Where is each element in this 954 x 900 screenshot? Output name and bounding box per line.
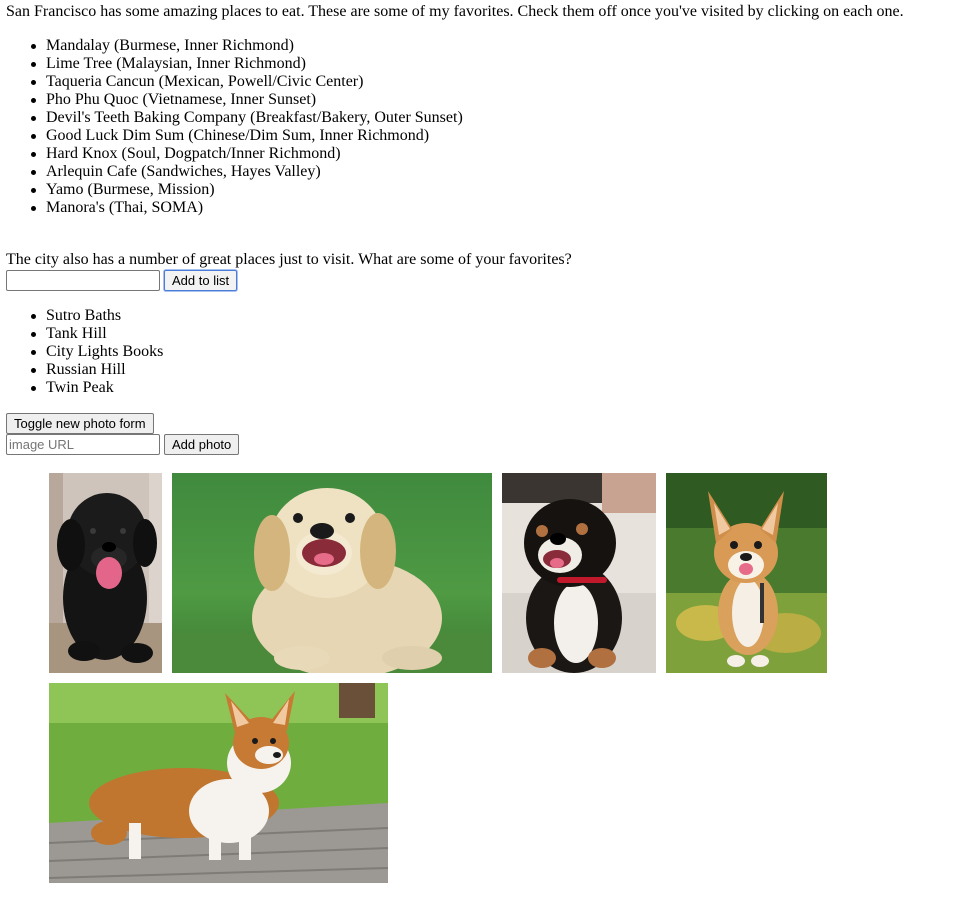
restaurant-item[interactable]: Lime Tree (Malaysian, Inner Richmond) [31, 55, 946, 73]
bullet-icon [31, 314, 36, 319]
restaurant-label: Pho Phu Quoc (Vietnamese, Inner Sunset) [46, 91, 317, 108]
place-label: City Lights Books [46, 343, 164, 360]
restaurant-item[interactable]: Good Luck Dim Sum (Chinese/Dim Sum, Inne… [31, 127, 946, 145]
restaurant-item[interactable]: Devil's Teeth Baking Company (Breakfast/… [31, 109, 946, 127]
bernese-puppy-image [502, 473, 656, 673]
restaurant-item[interactable]: Taqueria Cancun (Mexican, Powell/Civic C… [31, 73, 946, 91]
restaurant-label: Hard Knox (Soul, Dogpatch/Inner Richmond… [46, 145, 341, 162]
place-label: Sutro Baths [46, 307, 122, 324]
place-item[interactable]: Sutro Baths [31, 307, 946, 325]
toggle-photo-form-button[interactable]: Toggle new photo form [6, 413, 154, 434]
bullet-icon [31, 62, 36, 67]
restaurant-label: Lime Tree (Malaysian, Inner Richmond) [46, 55, 306, 72]
place-label: Russian Hill [46, 361, 126, 378]
bullet-icon [31, 188, 36, 193]
photo-form: Add photo [6, 434, 946, 455]
bullet-icon [31, 206, 36, 211]
corgi-puppy-image [666, 473, 827, 673]
bullet-icon [31, 116, 36, 121]
bullet-icon [31, 332, 36, 337]
place-label: Tank Hill [46, 325, 107, 342]
place-input[interactable] [6, 269, 160, 291]
bullet-icon [31, 350, 36, 355]
restaurant-label: Yamo (Burmese, Mission) [46, 181, 215, 198]
bullet-icon [31, 386, 36, 391]
add-to-list-button[interactable]: Add to list [164, 269, 238, 291]
restaurant-label: Arlequin Cafe (Sandwiches, Hayes Valley) [46, 163, 321, 180]
bullet-icon [31, 134, 36, 139]
restaurant-list: Mandalay (Burmese, Inner Richmond) Lime … [6, 37, 946, 217]
restaurant-label: Mandalay (Burmese, Inner Richmond) [46, 37, 294, 54]
place-item[interactable]: City Lights Books [31, 343, 946, 361]
restaurant-label: Manora's (Thai, SOMA) [46, 199, 204, 216]
bullet-icon [31, 152, 36, 157]
intro-text: San Francisco has some amazing places to… [6, 3, 904, 20]
corgi-deck-image [49, 683, 388, 883]
bullet-icon [31, 44, 36, 49]
bullet-icon [31, 170, 36, 175]
restaurant-item[interactable]: Yamo (Burmese, Mission) [31, 181, 946, 199]
restaurant-label: Good Luck Dim Sum (Chinese/Dim Sum, Inne… [46, 127, 430, 144]
golden-retriever-image [172, 473, 492, 673]
restaurant-item[interactable]: Arlequin Cafe (Sandwiches, Hayes Valley) [31, 163, 946, 181]
toggle-row: Toggle new photo form [6, 413, 946, 434]
golden-retriever-puppy-photo[interactable] [172, 473, 492, 673]
restaurant-item[interactable]: Pho Phu Quoc (Vietnamese, Inner Sunset) [31, 91, 946, 109]
place-form: Add to list [6, 269, 946, 291]
corgi-puppy-grass-photo[interactable] [666, 473, 827, 673]
black-puppy-image [49, 473, 162, 673]
places-list: Sutro Baths Tank Hill City Lights Books … [6, 307, 946, 397]
corgi-deck-photo[interactable] [49, 683, 388, 883]
image-url-input[interactable] [6, 434, 160, 455]
restaurant-label: Devil's Teeth Baking Company (Breakfast/… [46, 109, 463, 126]
place-item[interactable]: Tank Hill [31, 325, 946, 343]
restaurant-item[interactable]: Hard Knox (Soul, Dogpatch/Inner Richmond… [31, 145, 946, 163]
black-puppy-photo[interactable] [49, 473, 162, 673]
restaurant-label: Taqueria Cancun (Mexican, Powell/Civic C… [46, 73, 364, 90]
visit-prompt-text: The city also has a number of great plac… [6, 251, 572, 268]
place-item[interactable]: Russian Hill [31, 361, 946, 379]
bullet-icon [31, 80, 36, 85]
page: San Francisco has some amazing places to… [6, 3, 946, 455]
bullet-icon [31, 368, 36, 373]
bernese-puppy-photo[interactable] [502, 473, 656, 673]
restaurant-item[interactable]: Manora's (Thai, SOMA) [31, 199, 946, 217]
place-item[interactable]: Twin Peak [31, 379, 946, 397]
place-label: Twin Peak [46, 379, 114, 396]
add-photo-button[interactable]: Add photo [164, 434, 240, 455]
bullet-icon [31, 98, 36, 103]
restaurant-item[interactable]: Mandalay (Burmese, Inner Richmond) [31, 37, 946, 55]
